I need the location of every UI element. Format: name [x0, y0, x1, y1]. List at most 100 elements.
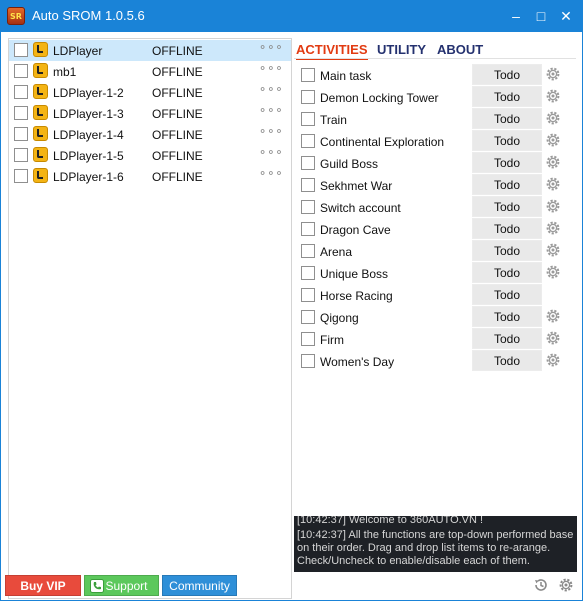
activity-row[interactable]: Train Todo	[300, 108, 570, 130]
todo-button[interactable]: Todo	[472, 240, 542, 261]
activity-settings-gear-icon[interactable]	[545, 308, 561, 324]
activity-checkbox[interactable]	[301, 244, 315, 258]
device-menu-icon[interactable]: ⚬⚬⚬	[258, 104, 284, 117]
device-checkbox[interactable]	[14, 64, 28, 78]
activity-checkbox[interactable]	[301, 354, 315, 368]
activity-settings-gear-icon[interactable]	[545, 352, 561, 368]
tab-divider	[294, 58, 576, 59]
todo-button[interactable]: Todo	[472, 328, 542, 349]
device-row[interactable]: LDPlayer-1-2 OFFLINE ⚬⚬⚬	[9, 82, 291, 103]
log-line: [10:42:37] All the functions are top-dow…	[297, 529, 574, 567]
activity-settings-gear-icon[interactable]	[545, 198, 561, 214]
ldplayer-icon	[33, 147, 48, 162]
activity-label: Arena	[320, 245, 353, 259]
device-row[interactable]: LDPlayer OFFLINE ⚬⚬⚬	[9, 40, 291, 61]
todo-button[interactable]: Todo	[472, 152, 542, 173]
activity-checkbox[interactable]	[301, 332, 315, 346]
device-row[interactable]: LDPlayer-1-4 OFFLINE ⚬⚬⚬	[9, 124, 291, 145]
tab-about[interactable]: ABOUT	[437, 42, 483, 57]
activity-settings-gear-icon[interactable]	[545, 264, 561, 280]
activity-checkbox[interactable]	[301, 222, 315, 236]
activity-row[interactable]: Guild Boss Todo	[300, 152, 570, 174]
minimize-button[interactable]: –	[504, 4, 528, 28]
activity-row[interactable]: Arena Todo	[300, 240, 570, 262]
activity-settings-gear-icon[interactable]	[545, 66, 561, 82]
activity-row[interactable]: Firm Todo	[300, 328, 570, 350]
activity-row[interactable]: Sekhmet War Todo	[300, 174, 570, 196]
activity-settings-gear-icon[interactable]	[545, 242, 561, 258]
device-checkbox[interactable]	[14, 148, 28, 162]
history-icon[interactable]	[533, 577, 549, 593]
device-name: LDPlayer-1-2	[53, 86, 124, 100]
activity-settings-gear-icon[interactable]	[545, 110, 561, 126]
activity-settings-gear-icon[interactable]	[545, 132, 561, 148]
activity-settings-gear-icon[interactable]	[545, 330, 561, 346]
title-bar[interactable]: SR Auto SROM 1.0.5.6 – □ ✕	[0, 0, 583, 32]
activity-label: Switch account	[320, 201, 401, 215]
activity-row[interactable]: Main task Todo	[300, 64, 570, 86]
todo-button[interactable]: Todo	[472, 350, 542, 371]
close-button[interactable]: ✕	[554, 4, 578, 28]
activity-checkbox[interactable]	[301, 266, 315, 280]
device-row[interactable]: LDPlayer-1-6 OFFLINE ⚬⚬⚬	[9, 166, 291, 187]
activity-row[interactable]: Dragon Cave Todo	[300, 218, 570, 240]
activity-label: Guild Boss	[320, 157, 379, 171]
activity-checkbox[interactable]	[301, 90, 315, 104]
device-list[interactable]: LDPlayer OFFLINE ⚬⚬⚬ mb1 OFFLINE ⚬⚬⚬ LDPlayer-…	[8, 38, 292, 599]
community-button[interactable]: Community	[162, 575, 237, 596]
todo-button[interactable]: Todo	[472, 86, 542, 107]
activity-row[interactable]: Continental Exploration Todo	[300, 130, 570, 152]
activity-checkbox[interactable]	[301, 112, 315, 126]
activity-checkbox[interactable]	[301, 178, 315, 192]
tab-utility[interactable]: UTILITY	[377, 42, 426, 57]
device-row[interactable]: LDPlayer-1-3 OFFLINE ⚬⚬⚬	[9, 103, 291, 124]
todo-button[interactable]: Todo	[472, 284, 542, 305]
activity-row[interactable]: Women's Day Todo	[300, 350, 570, 372]
buy-vip-button[interactable]: Buy VIP	[5, 575, 81, 596]
activity-checkbox[interactable]	[301, 288, 315, 302]
activity-checkbox[interactable]	[301, 134, 315, 148]
activity-row[interactable]: Qigong Todo	[300, 306, 570, 328]
activity-row[interactable]: Horse Racing Todo	[300, 284, 570, 306]
device-menu-icon[interactable]: ⚬⚬⚬	[258, 125, 284, 138]
todo-button[interactable]: Todo	[472, 196, 542, 217]
maximize-button[interactable]: □	[529, 4, 553, 28]
activity-label: Demon Locking Tower	[320, 91, 439, 105]
activity-label: Qigong	[320, 311, 359, 325]
device-menu-icon[interactable]: ⚬⚬⚬	[258, 83, 284, 96]
activity-checkbox[interactable]	[301, 68, 315, 82]
ldplayer-icon	[33, 168, 48, 183]
todo-button[interactable]: Todo	[472, 306, 542, 327]
device-row[interactable]: mb1 OFFLINE ⚬⚬⚬	[9, 61, 291, 82]
todo-button[interactable]: Todo	[472, 64, 542, 85]
device-menu-icon[interactable]: ⚬⚬⚬	[258, 41, 284, 54]
activity-settings-gear-icon[interactable]	[545, 176, 561, 192]
device-checkbox[interactable]	[14, 85, 28, 99]
device-menu-icon[interactable]: ⚬⚬⚬	[258, 167, 284, 180]
activity-row[interactable]: Unique Boss Todo	[300, 262, 570, 284]
todo-button[interactable]: Todo	[472, 174, 542, 195]
support-button[interactable]: Support	[84, 575, 159, 596]
activity-settings-gear-icon[interactable]	[545, 154, 561, 170]
activity-settings-gear-icon[interactable]	[545, 220, 561, 236]
device-menu-icon[interactable]: ⚬⚬⚬	[258, 146, 284, 159]
activity-settings-gear-icon[interactable]	[545, 88, 561, 104]
todo-button[interactable]: Todo	[472, 262, 542, 283]
device-checkbox[interactable]	[14, 106, 28, 120]
todo-button[interactable]: Todo	[472, 218, 542, 239]
activity-checkbox[interactable]	[301, 156, 315, 170]
device-menu-icon[interactable]: ⚬⚬⚬	[258, 62, 284, 75]
activity-label: Unique Boss	[320, 267, 389, 281]
gear-icon[interactable]	[558, 577, 574, 593]
activity-checkbox[interactable]	[301, 310, 315, 324]
device-name: LDPlayer-1-5	[53, 149, 124, 163]
activity-row[interactable]: Switch account Todo	[300, 196, 570, 218]
activity-row[interactable]: Demon Locking Tower Todo	[300, 86, 570, 108]
device-checkbox[interactable]	[14, 127, 28, 141]
activity-checkbox[interactable]	[301, 200, 315, 214]
device-row[interactable]: LDPlayer-1-5 OFFLINE ⚬⚬⚬	[9, 145, 291, 166]
todo-button[interactable]: Todo	[472, 130, 542, 151]
device-checkbox[interactable]	[14, 169, 28, 183]
device-checkbox[interactable]	[14, 43, 28, 57]
todo-button[interactable]: Todo	[472, 108, 542, 129]
